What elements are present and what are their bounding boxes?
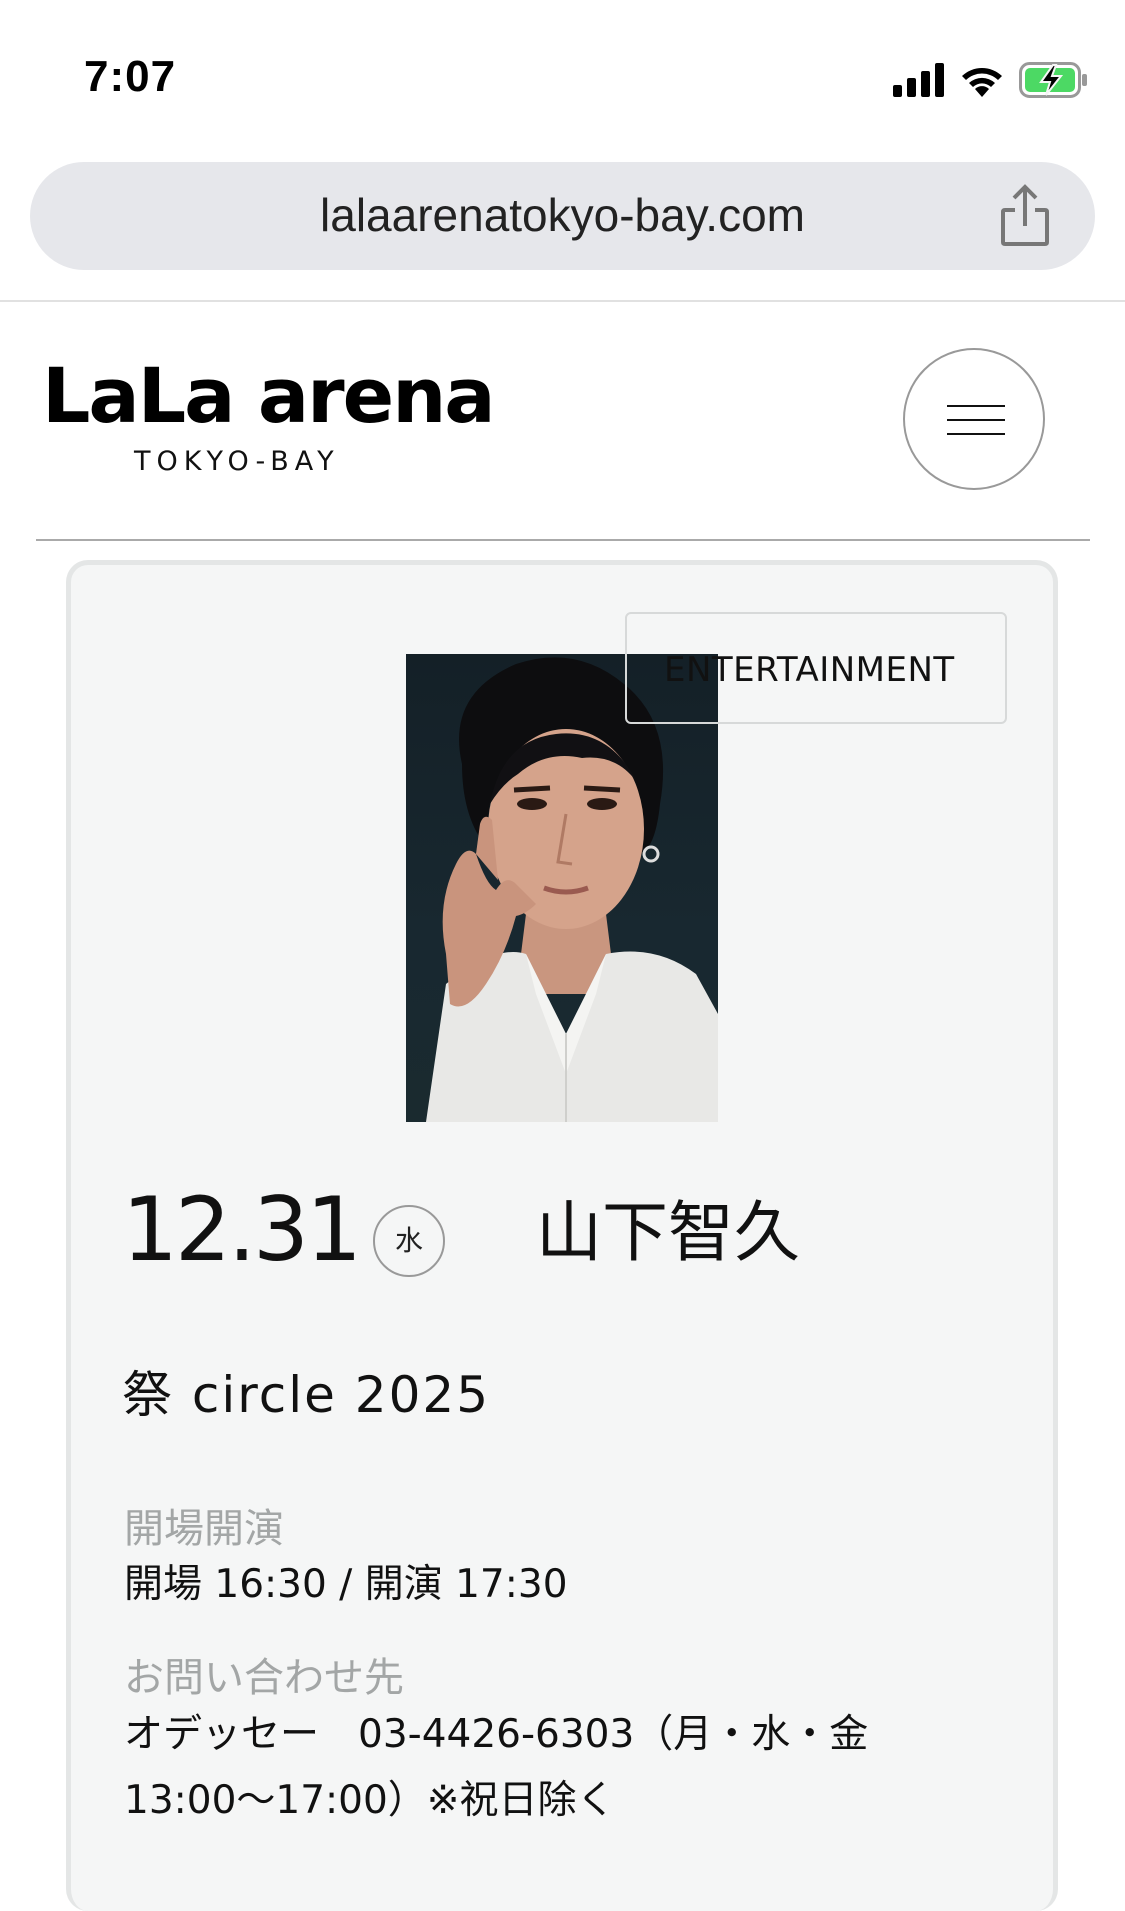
menu-button[interactable] xyxy=(903,348,1045,490)
url-text[interactable]: lalaarenatokyo-bay.com xyxy=(30,188,1095,242)
browser-divider xyxy=(0,300,1125,302)
share-icon xyxy=(1001,184,1049,246)
category-tag[interactable]: ENTERTAINMENT xyxy=(625,612,1007,724)
hamburger-line xyxy=(947,433,1005,435)
status-time: 7:07 xyxy=(84,52,177,101)
logo-main-text: LaLa arena xyxy=(42,351,496,440)
battery-charging-icon xyxy=(1019,62,1087,98)
contact-value: オデッセー 03-4426-6303（月・水・金 13:00〜17:00）※祝日… xyxy=(124,1712,869,1823)
logo-sub-text: TOKYO-BAY xyxy=(134,446,340,477)
status-bar: 7:07 xyxy=(0,0,1125,150)
contact-label: お問い合わせ先 xyxy=(124,1655,404,1701)
weekday-badge: 水 xyxy=(373,1205,445,1277)
site-logo[interactable]: LaLa arena TOKYO-BAY xyxy=(42,351,496,478)
share-button[interactable] xyxy=(995,184,1055,248)
open-time-label: 開場開演 xyxy=(124,1506,284,1552)
hamburger-line xyxy=(947,419,1005,421)
artist-photo xyxy=(406,654,718,1122)
status-icons xyxy=(893,62,1089,98)
hamburger-menu-icon xyxy=(947,405,1005,407)
open-time-value: 開場 16:30 / 開演 17:30 xyxy=(124,1562,568,1607)
header-divider xyxy=(36,539,1090,541)
event-date: 12.31 xyxy=(122,1178,362,1281)
wifi-icon xyxy=(962,68,1002,97)
event-title: 祭 circle 2025 xyxy=(122,1366,491,1424)
cellular-signal-icon xyxy=(893,63,944,97)
address-bar[interactable]: lalaarenatokyo-bay.com xyxy=(30,162,1095,270)
artist-name: 山下智久 xyxy=(536,1194,800,1271)
category-label: ENTERTAINMENT xyxy=(664,650,955,690)
